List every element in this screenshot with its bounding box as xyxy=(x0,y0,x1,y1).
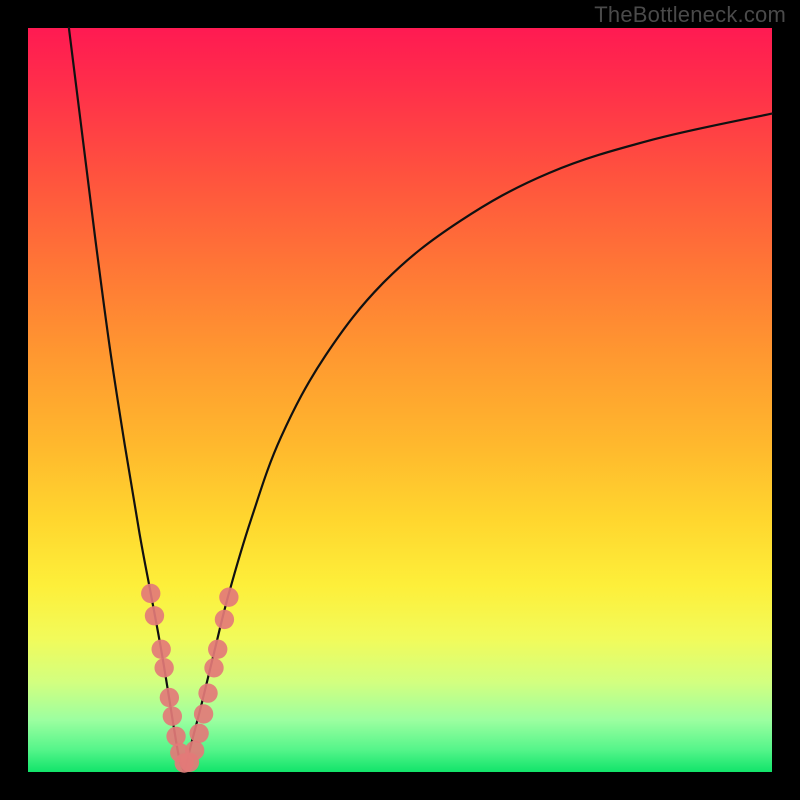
data-marker xyxy=(185,741,204,760)
data-marker xyxy=(198,683,217,702)
data-marker xyxy=(189,724,208,743)
data-marker xyxy=(160,688,179,707)
chart-svg xyxy=(0,0,800,800)
data-marker xyxy=(152,640,171,659)
data-marker xyxy=(219,587,238,606)
data-marker xyxy=(145,606,164,625)
data-marker xyxy=(208,640,227,659)
marker-group xyxy=(141,584,238,773)
curve-right-branch xyxy=(184,114,772,772)
outer-frame: TheBottleneck.com xyxy=(0,0,800,800)
data-marker xyxy=(204,658,223,677)
data-marker xyxy=(154,658,173,677)
data-marker xyxy=(163,707,182,726)
data-marker xyxy=(215,610,234,629)
data-marker xyxy=(166,727,185,746)
data-marker xyxy=(141,584,160,603)
data-marker xyxy=(194,704,213,723)
